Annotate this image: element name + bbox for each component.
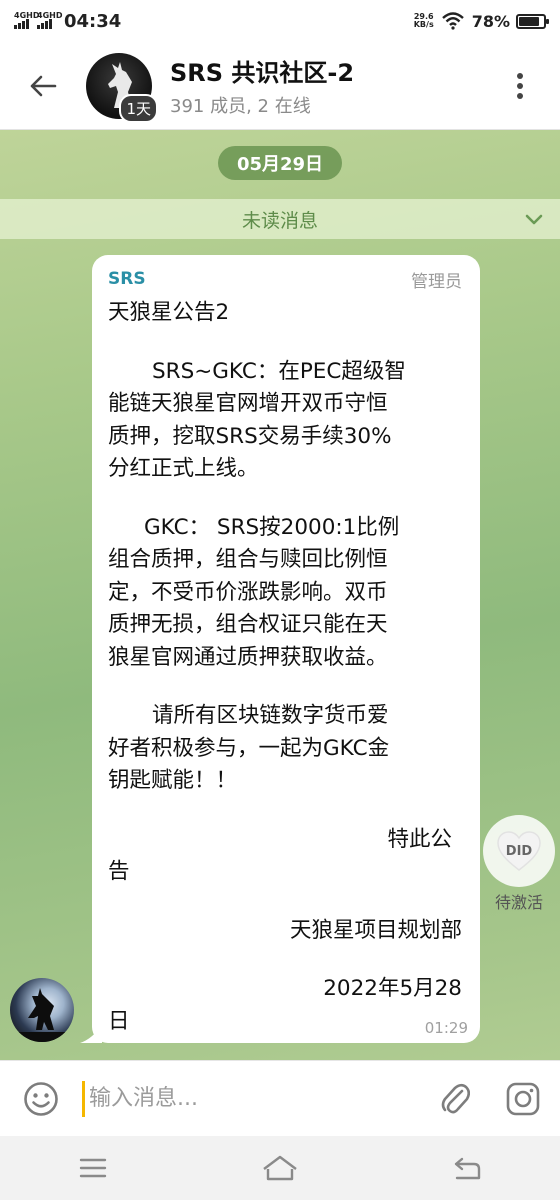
wifi-icon [441, 12, 464, 30]
member-count: 391 成员, 2 在线 [170, 96, 311, 117]
message-line: 告 [108, 859, 130, 884]
back-arrow-icon [30, 75, 57, 96]
unread-label: 未读消息 [241, 209, 318, 232]
battery-percent: 78% [471, 11, 510, 31]
message-line: 好者积极参与，一起为GKC金 [108, 735, 390, 761]
signal-1-icon: 4GHD [14, 11, 39, 29]
did-circle[interactable]: DID [483, 815, 555, 887]
system-nav-bar [0, 1136, 560, 1200]
status-left: 4GHD 4GHD 04:34 [14, 11, 121, 32]
unread-messages-bar[interactable]: 未读消息 [0, 199, 560, 239]
menu-icon [80, 1158, 107, 1178]
network-speed-unit: KB/s [413, 20, 434, 29]
more-button[interactable] [480, 42, 560, 130]
battery: 78% [471, 11, 549, 31]
did-widget[interactable]: DID 待激活 [480, 815, 558, 913]
emoji-button[interactable] [0, 1061, 82, 1137]
message-composer [0, 1060, 560, 1136]
message-header: SRS 管理员 [108, 265, 462, 293]
message-bubble[interactable]: SRS 管理员 天狼星公告2 SRS~GKC：在PEC超级智 能链天狼星官网增开… [92, 255, 480, 1043]
message-input[interactable] [82, 1080, 424, 1117]
page-title: SRS 共识社区-2 [170, 59, 355, 87]
clock: 04:34 [64, 10, 122, 32]
message-line: GKC： SRS按2000:1比例 [144, 514, 400, 540]
back-nav-button[interactable] [422, 1138, 512, 1198]
chat-header: 1天 SRS 共识社区-2 391 成员, 2 在线 [0, 42, 560, 130]
menu-nav-button[interactable] [48, 1138, 138, 1198]
message-line: 狼星官网通过质押获取收益。 [108, 644, 388, 670]
battery-fill [519, 16, 540, 26]
title-block[interactable]: SRS 共识社区-2 391 成员, 2 在线 [170, 53, 354, 118]
signal-2-icon: 4GHD [37, 11, 62, 29]
date-separator: 05月29日 [218, 146, 342, 180]
message-line: 天狼星公告2 [108, 300, 230, 325]
paperclip-icon [441, 1083, 470, 1113]
sender-role: 管理员 [411, 271, 462, 292]
sim2-label: 4GHD [37, 11, 63, 20]
message-line: 能链天狼星官网增开双币守恒 [108, 391, 388, 416]
more-vertical-icon [517, 72, 523, 99]
message-line: 分红正式上线。 [108, 456, 259, 481]
did-label: DID [505, 843, 533, 859]
network-speed: 29.6 KB/s [414, 13, 434, 29]
did-caption: 待激活 [494, 893, 543, 912]
wolf-moon-icon [10, 988, 74, 1042]
message-line: 天狼星项目规划部 [289, 917, 462, 943]
return-icon [454, 1157, 480, 1180]
sim1-label: 4GHD [14, 11, 40, 20]
status-bar: 4GHD 4GHD 04:34 29.6 KB/s 78% [0, 0, 560, 42]
avatar-badge: 1天 [119, 93, 158, 123]
message-line: 日 [108, 1008, 130, 1034]
status-right: 29.6 KB/s 78% [414, 11, 549, 31]
chevron-down-icon[interactable] [524, 209, 544, 229]
attach-button[interactable] [424, 1061, 486, 1137]
emoji-icon [24, 1081, 58, 1116]
message-line: 质押，挖取SRS交易手续30% [108, 423, 392, 449]
message-line: 质押无损，组合权证只能在天 [108, 612, 388, 637]
message-line: 2022年5月28 [323, 976, 462, 1001]
message-time: 01:29 [424, 1019, 468, 1037]
message-line: 定，不受币价涨跌影响。双币 [108, 579, 388, 605]
group-avatar[interactable]: 1天 [86, 52, 158, 123]
message-line: 请所有区块链数字货币爱 [152, 703, 389, 728]
sender-name[interactable]: SRS [108, 269, 146, 289]
message-line: SRS~GKC：在PEC超级智 [152, 358, 406, 384]
message-line: 特此公 [387, 826, 452, 852]
camera-icon [506, 1082, 540, 1115]
message-line: 钥匙赋能！！ [108, 768, 238, 793]
message-line: 组合质押，组合与赎回比例恒 [108, 547, 388, 572]
home-nav-button[interactable] [235, 1138, 325, 1198]
home-icon [263, 1155, 297, 1181]
back-button[interactable] [0, 42, 86, 130]
camera-button[interactable] [486, 1061, 560, 1137]
sender-avatar[interactable] [10, 978, 74, 1042]
battery-icon [516, 13, 549, 29]
